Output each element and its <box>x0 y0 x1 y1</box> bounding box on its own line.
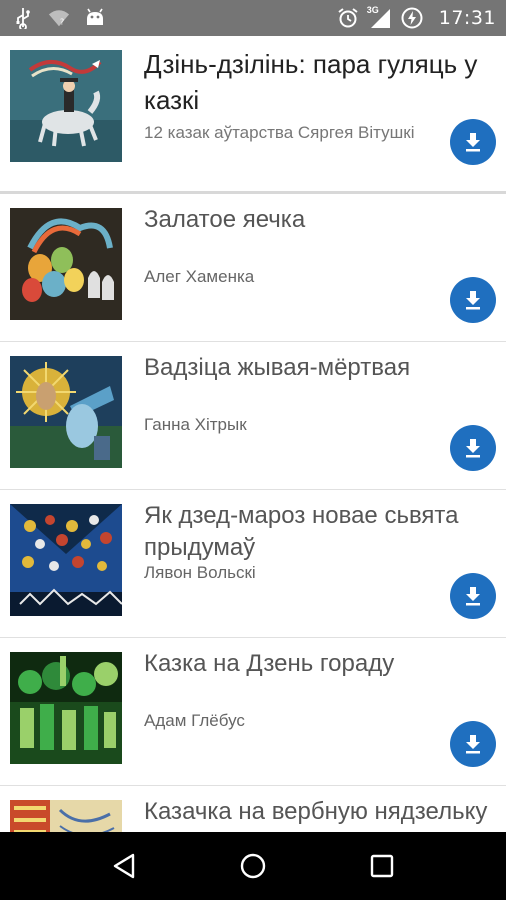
clock: 17:31 <box>438 7 496 29</box>
back-icon <box>114 853 135 879</box>
book-author: Адам Глёбус <box>144 711 245 730</box>
book-author: Ганна Хітрык <box>144 415 247 434</box>
book-author: Алег Хаменка <box>144 267 255 286</box>
book-list[interactable]: Дзінь-дзілінь: пара гуляць у казкі 12 ка… <box>0 36 506 832</box>
list-item[interactable]: Вадзіца жывая-мёртвая Ганна Хітрык <box>0 342 506 490</box>
battery-charging-icon <box>401 7 423 29</box>
download-button[interactable] <box>450 425 496 471</box>
download-icon <box>466 439 480 458</box>
recents-button[interactable] <box>352 836 412 896</box>
usb-icon <box>12 7 34 29</box>
wifi-icon: ? <box>48 7 70 29</box>
network-type-label: 3G <box>366 5 379 15</box>
signal-icon: 3G <box>366 5 391 29</box>
status-left-icons: ? <box>12 7 106 29</box>
download-button[interactable] <box>450 119 496 165</box>
download-icon <box>466 291 480 310</box>
book-cover[interactable] <box>10 504 122 616</box>
status-right-icons: 3G 17:31 <box>337 5 496 29</box>
book-title[interactable]: Вадзіца жывая-мёртвая <box>144 352 490 384</box>
book-cover[interactable] <box>10 356 122 468</box>
list-item[interactable]: Дзінь-дзілінь: пара гуляць у казкі 12 ка… <box>0 36 506 194</box>
download-button[interactable] <box>450 721 496 767</box>
recents-icon <box>370 854 393 878</box>
back-button[interactable] <box>94 836 154 896</box>
list-item[interactable]: Казачка на вербную нядзельку <box>0 786 506 832</box>
book-title[interactable]: Дзінь-дзілінь: пара гуляць у казкі <box>144 46 490 118</box>
book-cover[interactable] <box>10 208 122 320</box>
book-title[interactable]: Казка на Дзень гораду <box>144 648 490 680</box>
download-button[interactable] <box>450 277 496 323</box>
book-author: Лявон Вольскі <box>144 563 256 582</box>
book-author: 12 казак аўтарства Сяргея Вітушкі <box>144 123 415 142</box>
home-icon <box>240 853 266 879</box>
download-icon <box>466 735 480 754</box>
download-button[interactable] <box>450 573 496 619</box>
book-title[interactable]: Як дзед-мароз новае сьвята прыдумаў <box>144 500 490 564</box>
list-item[interactable]: Казка на Дзень гораду Адам Глёбус <box>0 638 506 786</box>
list-item[interactable]: Залатое яечка Алег Хаменка <box>0 194 506 342</box>
svg-text:?: ? <box>60 16 64 26</box>
list-item[interactable]: Як дзед-мароз новае сьвята прыдумаў Ляво… <box>0 490 506 638</box>
book-cover[interactable] <box>10 652 122 764</box>
status-bar: ? 3G 17:31 <box>0 0 506 36</box>
book-cover[interactable] <box>10 800 122 832</box>
download-icon <box>466 133 480 152</box>
book-title[interactable]: Залатое яечка <box>144 204 490 236</box>
home-button[interactable] <box>223 836 283 896</box>
book-title[interactable]: Казачка на вербную нядзельку <box>144 796 490 828</box>
alarm-icon <box>337 7 359 29</box>
download-icon <box>466 587 480 606</box>
book-cover[interactable] <box>10 50 122 162</box>
android-debug-icon <box>84 7 106 29</box>
navigation-bar <box>0 832 506 900</box>
